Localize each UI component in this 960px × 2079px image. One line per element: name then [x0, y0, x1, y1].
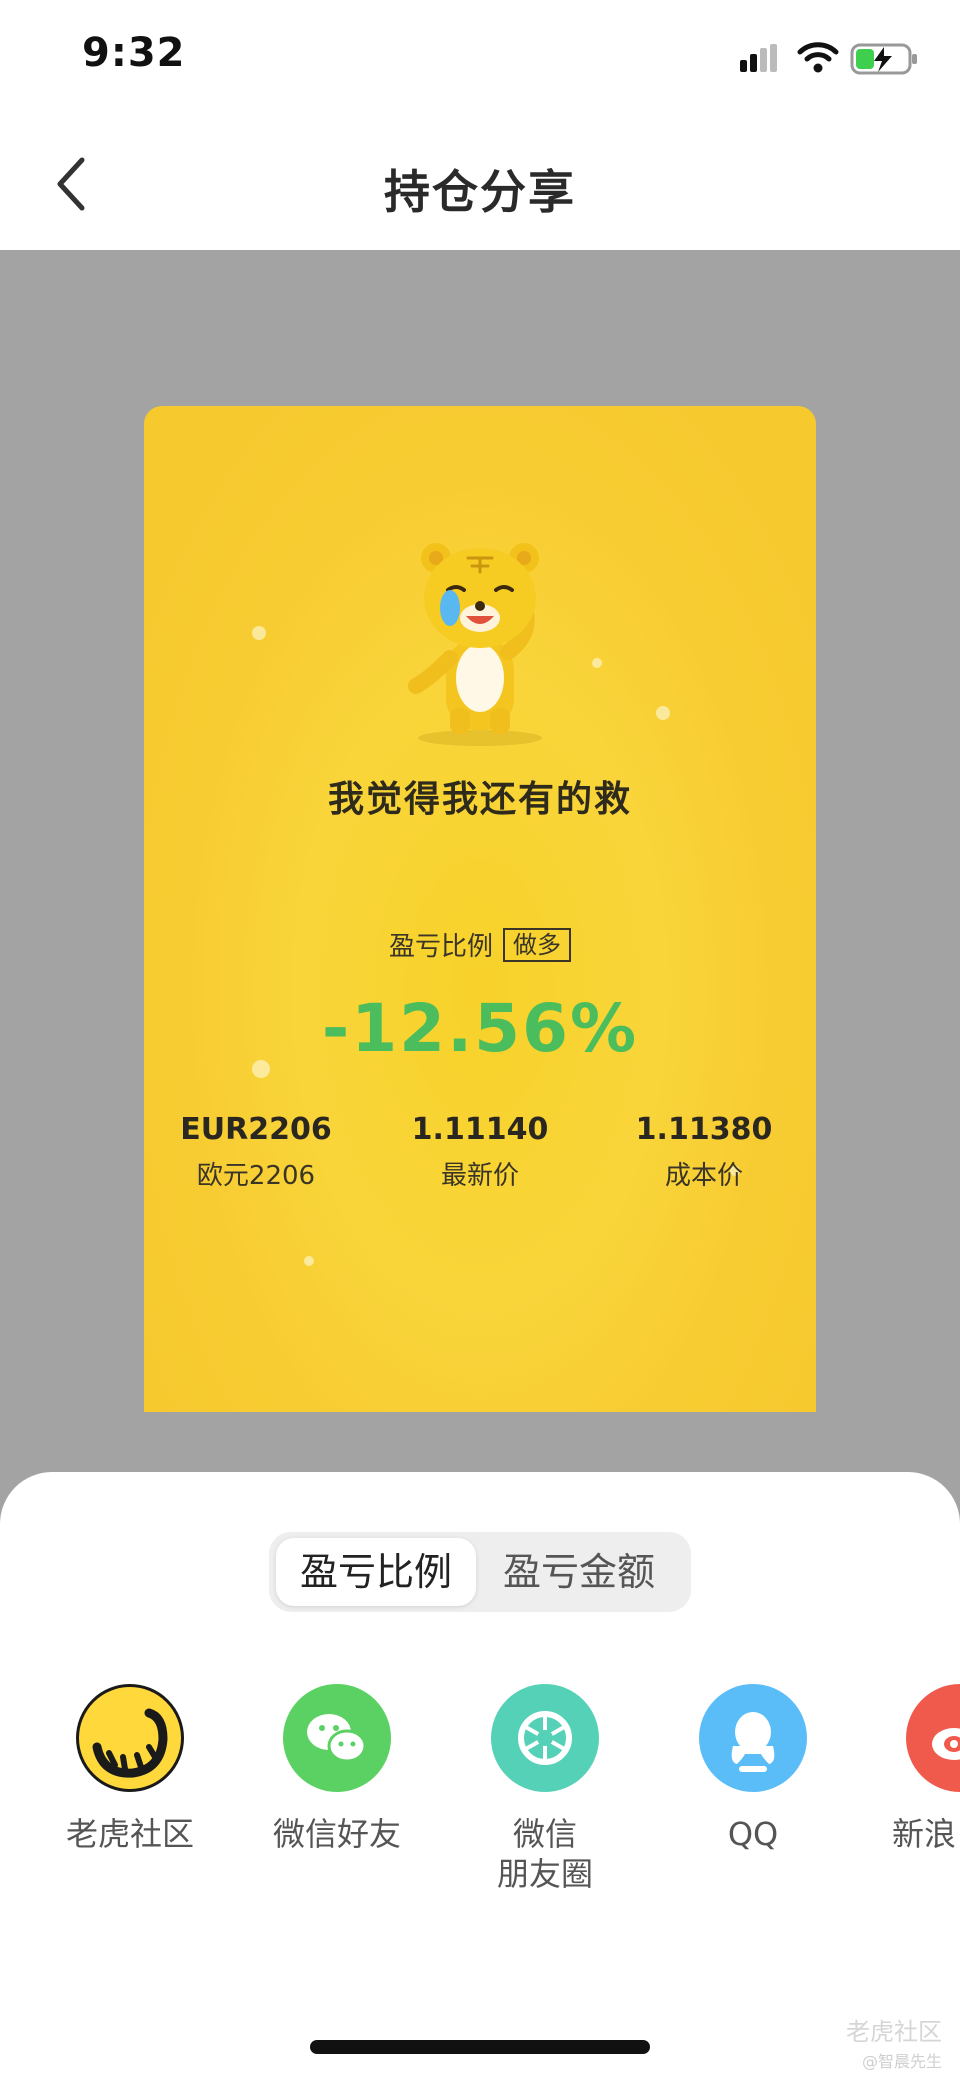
sparkle-decoration [252, 626, 266, 640]
profit-loss-percent: -12.56% [321, 990, 639, 1067]
wifi-icon [797, 42, 839, 73]
share-label: 微信 朋友圈 [455, 1814, 635, 1894]
share-weibo[interactable]: 新浪 [870, 1684, 960, 1854]
status-bar: 9:32 [0, 0, 960, 110]
stat-latest-price: 1.11140 最新价 [368, 1112, 592, 1192]
tiger-community-icon [76, 1684, 184, 1792]
stat-label: 最新价 [440, 1161, 519, 1191]
watermark-brand: 老虎社区 [846, 2018, 942, 2046]
share-sheet: 盈亏比例 盈亏金额 老虎社区 微信好友 微信 朋友圈 QQ 新浪 [0, 1472, 960, 2079]
stat-label: 欧元2206 [196, 1161, 316, 1191]
stat-value: 1.11140 [411, 1112, 549, 1147]
display-mode-toggle: 盈亏比例 盈亏金额 [269, 1532, 691, 1612]
ratio-label-row: 盈亏比例 做多 [144, 926, 816, 963]
stat-symbol: EUR2206 欧元2206 [144, 1112, 368, 1192]
share-label: 微信好友 [272, 1815, 401, 1853]
stat-value: EUR2206 [180, 1112, 332, 1147]
direction-tag: 做多 [503, 928, 571, 962]
crying-tiger-mascot-icon [408, 543, 542, 746]
wechat-icon [283, 1684, 391, 1792]
cellular-signal-icon [740, 44, 777, 72]
share-qq[interactable]: QQ [663, 1684, 843, 1854]
nav-bar: 持仓分享 [0, 110, 960, 250]
share-wechat-moments[interactable]: 微信 朋友圈 [455, 1684, 635, 1894]
watermark-author: @智晨先生 [861, 2052, 942, 2071]
toggle-option-amount[interactable]: 盈亏金额 [479, 1538, 679, 1606]
status-time: 9:32 [82, 30, 186, 76]
qq-icon [699, 1684, 807, 1792]
stat-value: 1.11380 [635, 1112, 773, 1147]
share-wechat-friends[interactable]: 微信好友 [247, 1684, 427, 1854]
sparkle-decoration [592, 658, 602, 668]
share-label-line: 微信 [512, 1815, 577, 1853]
share-card: 我觉得我还有的救 盈亏比例 做多 -12.56% EUR2206 欧元2206 1… [144, 406, 816, 1412]
share-tiger-community[interactable]: 老虎社区 [40, 1684, 220, 1854]
stat-cost-price: 1.11380 成本价 [592, 1112, 816, 1192]
share-label: QQ [727, 1815, 779, 1853]
battery-charging-icon [850, 43, 917, 75]
wechat-moments-icon [491, 1684, 599, 1792]
ratio-label: 盈亏比例 [388, 932, 493, 962]
sparkle-decoration [656, 706, 670, 720]
sparkle-decoration [304, 1256, 314, 1266]
page-title: 持仓分享 [384, 165, 576, 219]
stat-label: 成本价 [664, 1161, 743, 1191]
toggle-option-ratio[interactable]: 盈亏比例 [276, 1538, 476, 1606]
share-label-line: 朋友圈 [496, 1855, 593, 1893]
weibo-icon [906, 1684, 960, 1792]
home-indicator[interactable] [310, 2040, 650, 2054]
share-label: 老虎社区 [65, 1815, 194, 1853]
slogan-text: 我觉得我还有的救 [327, 779, 632, 820]
share-label: 新浪 [892, 1815, 957, 1853]
